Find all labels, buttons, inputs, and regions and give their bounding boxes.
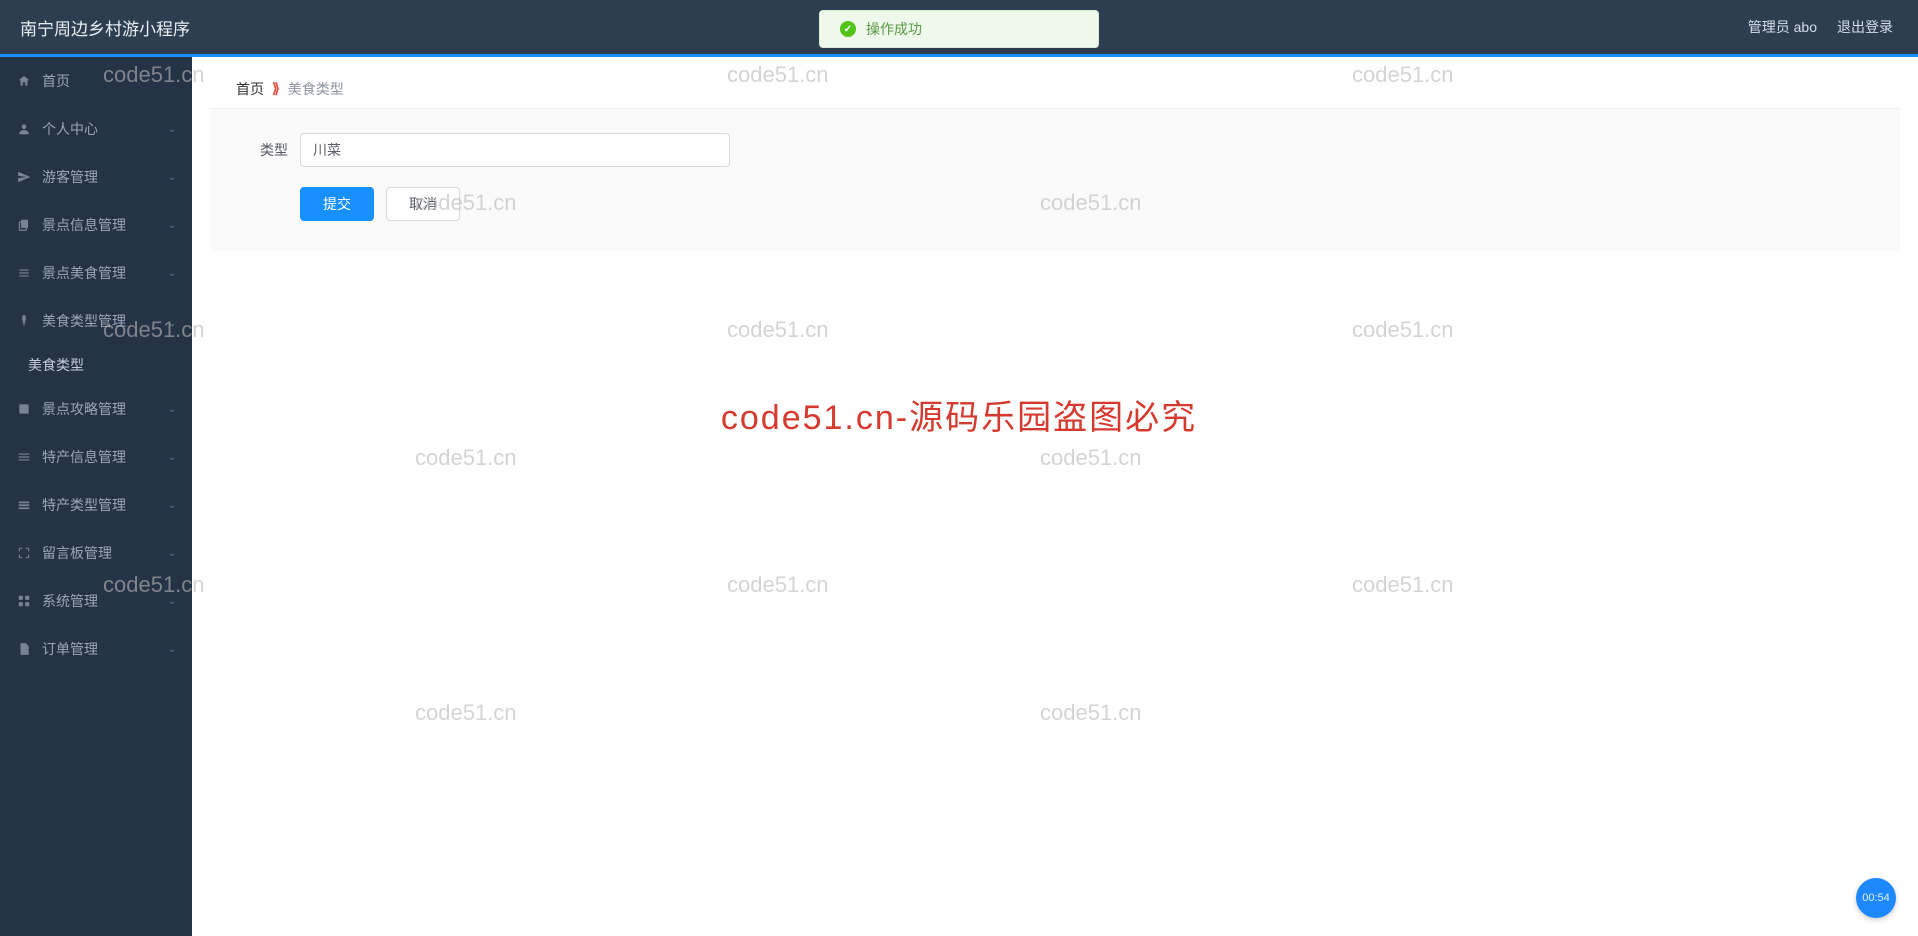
breadcrumb-separator-icon: ⟫ — [272, 80, 280, 97]
cancel-button[interactable]: 取消 — [386, 187, 460, 221]
sidebar-item-label: 特产信息管理 — [42, 447, 126, 467]
main-content: 首页 ⟫ 美食类型 类型 提交 取消 — [192, 57, 1918, 936]
sidebar-subitem-label: 美食类型 — [28, 355, 84, 375]
sidebar-item-label: 个人中心 — [42, 119, 98, 139]
sidebar-item-food-type[interactable]: 美食类型管理 ⌃ — [0, 297, 192, 345]
sidebar-item-scenic-info[interactable]: 景点信息管理 ⌄ — [0, 201, 192, 249]
sidebar-item-scenic-food[interactable]: 景点美食管理 ⌄ — [0, 249, 192, 297]
chevron-down-icon: ⌄ — [168, 268, 176, 279]
sidebar-item-label: 订单管理 — [42, 639, 98, 659]
chevron-down-icon: ⌄ — [168, 596, 176, 607]
chevron-down-icon: ⌄ — [168, 548, 176, 559]
expand-icon — [16, 545, 32, 561]
header-right: 管理员 abo 退出登录 — [1748, 17, 1893, 37]
copy-icon — [16, 217, 32, 233]
file-icon — [16, 641, 32, 657]
sidebar: 首页 个人中心 ⌄ 游客管理 ⌄ 景点信息管理 ⌄ 景点美食管理 ⌄ 美 — [0, 57, 192, 936]
book-icon — [16, 401, 32, 417]
sidebar-item-label: 首页 — [42, 71, 70, 91]
app-title: 南宁周边乡村游小程序 — [20, 15, 190, 40]
breadcrumb-current: 美食类型 — [288, 79, 344, 99]
sidebar-item-label: 景点美食管理 — [42, 263, 126, 283]
breadcrumb: 首页 ⟫ 美食类型 — [210, 69, 1900, 109]
sidebar-item-label: 景点攻略管理 — [42, 399, 126, 419]
chevron-up-icon: ⌃ — [168, 316, 176, 327]
sidebar-item-label: 留言板管理 — [42, 543, 112, 563]
sidebar-subitem-food-type[interactable]: 美食类型 — [0, 345, 192, 385]
sidebar-item-home[interactable]: 首页 — [0, 57, 192, 105]
tag-icon — [16, 313, 32, 329]
chevron-down-icon: ⌄ — [168, 404, 176, 415]
sidebar-item-label: 游客管理 — [42, 167, 98, 187]
sidebar-item-messageboard[interactable]: 留言板管理 ⌄ — [0, 529, 192, 577]
form-actions: 提交 取消 — [300, 187, 1870, 221]
submit-button[interactable]: 提交 — [300, 187, 374, 221]
timer-badge: 00:54 — [1856, 878, 1896, 918]
sidebar-item-specialty-type[interactable]: 特产类型管理 ⌄ — [0, 481, 192, 529]
container: 首页 个人中心 ⌄ 游客管理 ⌄ 景点信息管理 ⌄ 景点美食管理 ⌄ 美 — [0, 57, 1918, 936]
sidebar-item-orders[interactable]: 订单管理 ⌄ — [0, 625, 192, 673]
chevron-down-icon: ⌄ — [168, 220, 176, 231]
logout-link[interactable]: 退出登录 — [1837, 17, 1893, 37]
grid-icon — [16, 593, 32, 609]
menu-icon — [16, 449, 32, 465]
sidebar-item-specialty-info[interactable]: 特产信息管理 ⌄ — [0, 433, 192, 481]
sidebar-item-label: 美食类型管理 — [42, 311, 126, 331]
sidebar-item-label: 系统管理 — [42, 591, 98, 611]
form-label-type: 类型 — [240, 140, 288, 160]
breadcrumb-home[interactable]: 首页 — [236, 79, 264, 99]
sidebar-item-strategy[interactable]: 景点攻略管理 ⌄ — [0, 385, 192, 433]
form-panel: 类型 提交 取消 — [210, 109, 1900, 251]
form-row-type: 类型 — [240, 133, 1870, 167]
chevron-down-icon: ⌄ — [168, 172, 176, 183]
sidebar-item-profile[interactable]: 个人中心 ⌄ — [0, 105, 192, 153]
type-input[interactable] — [300, 133, 730, 167]
sidebar-item-label: 景点信息管理 — [42, 215, 126, 235]
sidebar-item-system[interactable]: 系统管理 ⌄ — [0, 577, 192, 625]
toast-text: 操作成功 — [866, 19, 922, 39]
chevron-down-icon: ⌄ — [168, 644, 176, 655]
sidebar-item-tourist[interactable]: 游客管理 ⌄ — [0, 153, 192, 201]
sidebar-item-label: 特产类型管理 — [42, 495, 126, 515]
home-icon — [16, 73, 32, 89]
toast-success: ✓ 操作成功 — [819, 10, 1099, 48]
admin-label[interactable]: 管理员 abo — [1748, 17, 1817, 37]
layers-icon — [16, 497, 32, 513]
chevron-down-icon: ⌄ — [168, 124, 176, 135]
user-icon — [16, 121, 32, 137]
list-icon — [16, 265, 32, 281]
chevron-down-icon: ⌄ — [168, 500, 176, 511]
send-icon — [16, 169, 32, 185]
chevron-down-icon: ⌄ — [168, 452, 176, 463]
check-icon: ✓ — [840, 21, 856, 37]
